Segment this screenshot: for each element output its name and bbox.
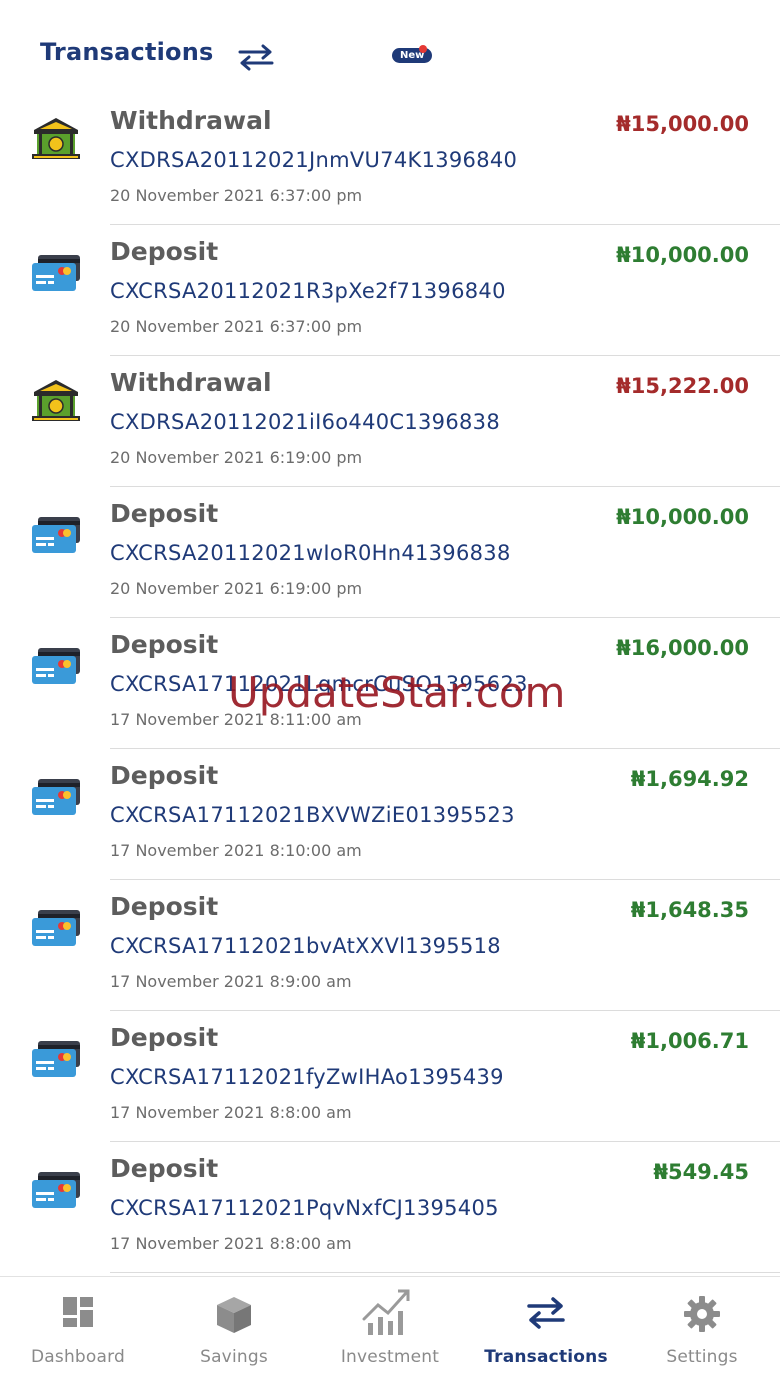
card-icon (30, 245, 82, 297)
transaction-type: Deposit (110, 892, 219, 921)
transaction-type: Deposit (110, 237, 219, 266)
transfer-arrows-icon (527, 1297, 565, 1329)
transaction-row[interactable]: Withdrawal CXDRSA20112021iI6o440C1396838… (0, 356, 780, 487)
transaction-amount: ₦15,000.00 (616, 112, 749, 136)
transaction-reference: CXDRSA20112021iI6o440C1396838 (110, 410, 500, 434)
transaction-type: Deposit (110, 1023, 219, 1052)
transaction-row[interactable]: Deposit CXCRSA17112021bvAtXXVl1395518 17… (0, 880, 780, 1011)
nav-transactions[interactable]: Transactions (468, 1277, 624, 1387)
transaction-type: Withdrawal (110, 368, 272, 397)
transaction-row[interactable]: Deposit CXCRSA20112021wIoR0Hn41396838 20… (0, 487, 780, 618)
transaction-reference: CXCRSA17112021BXVWZiE01395523 (110, 803, 515, 827)
transaction-date: 20 November 2021 6:19:00 pm (110, 579, 363, 598)
transaction-reference: CXCRSA20112021R3pXe2f71396840 (110, 279, 506, 303)
page-header: Transactions (40, 30, 276, 74)
transaction-amount: ₦549.45 (653, 1160, 749, 1184)
bank-icon (30, 114, 82, 166)
notification-dot (419, 45, 427, 53)
card-icon (30, 900, 82, 952)
transaction-type: Deposit (110, 1154, 219, 1183)
transaction-reference: CXDRSA20112021JnmVU74K1396840 (110, 148, 518, 172)
transaction-row[interactable]: Deposit CXCRSA17112021BXVWZiE01395523 17… (0, 749, 780, 880)
transaction-amount: ₦1,006.71 (630, 1029, 749, 1053)
transaction-date: 17 November 2021 8:9:00 am (110, 972, 352, 991)
transaction-type: Deposit (110, 499, 219, 528)
transaction-row[interactable]: Deposit CXCRSA17112021fyZwIHAo1395439 17… (0, 1011, 780, 1142)
savings-box-icon (217, 1297, 251, 1333)
transaction-amount: ₦1,694.92 (630, 767, 749, 791)
card-icon (30, 769, 82, 821)
nav-settings[interactable]: Settings (624, 1277, 780, 1387)
bank-icon (30, 376, 82, 428)
transaction-type: Withdrawal (110, 106, 272, 135)
card-icon (30, 1162, 82, 1214)
nav-label: Dashboard (30, 1347, 126, 1367)
transfer-arrows-icon (238, 44, 274, 71)
transaction-date: 20 November 2021 6:37:00 pm (110, 186, 363, 205)
card-icon (30, 1031, 82, 1083)
transaction-reference: CXCRSA17112021PqvNxfCJ1395405 (110, 1196, 499, 1220)
transaction-row[interactable]: Deposit CXCRSA17112021LqmcrCuSQ1395623 1… (0, 618, 780, 749)
transaction-row[interactable]: Deposit CXCRSA17112021PqvNxfCJ1395405 17… (0, 1142, 780, 1273)
investment-chart-icon (362, 1289, 410, 1335)
transaction-date: 17 November 2021 8:11:00 am (110, 710, 362, 729)
transaction-amount: ₦10,000.00 (616, 243, 749, 267)
transaction-type: Deposit (110, 630, 219, 659)
transaction-reference: CXCRSA17112021LqmcrCuSQ1395623 (110, 672, 528, 696)
bottom-nav: Dashboard Savings Investment Transaction… (0, 1276, 780, 1387)
nav-label: Investment (340, 1347, 440, 1367)
nav-investment[interactable]: Investment (312, 1277, 468, 1387)
transaction-amount: ₦10,000.00 (616, 505, 749, 529)
nav-dashboard[interactable]: Dashboard (0, 1277, 156, 1387)
nav-label: Transactions (484, 1347, 608, 1367)
card-icon (30, 507, 82, 559)
transaction-row[interactable]: Withdrawal CXDRSA20112021JnmVU74K1396840… (0, 94, 780, 225)
nav-savings[interactable]: Savings (156, 1277, 312, 1387)
transaction-amount: ₦15,222.00 (616, 374, 749, 398)
transaction-date: 20 November 2021 6:37:00 pm (110, 317, 363, 336)
transaction-date: 17 November 2021 8:10:00 am (110, 841, 362, 860)
dashboard-icon (63, 1297, 93, 1327)
card-icon (30, 638, 82, 690)
transaction-date: 17 November 2021 8:8:00 am (110, 1234, 352, 1253)
transaction-date: 17 November 2021 8:8:00 am (110, 1103, 352, 1122)
page-title: Transactions (40, 38, 214, 66)
transaction-reference: CXCRSA17112021fyZwIHAo1395439 (110, 1065, 504, 1089)
transaction-type: Deposit (110, 761, 219, 790)
transaction-date: 20 November 2021 6:19:00 pm (110, 448, 363, 467)
transaction-reference: CXCRSA17112021bvAtXXVl1395518 (110, 934, 501, 958)
row-divider (110, 1272, 780, 1273)
transaction-amount: ₦16,000.00 (616, 636, 749, 660)
transaction-amount: ₦1,648.35 (630, 898, 749, 922)
nav-label: Savings (200, 1347, 268, 1367)
gear-icon (684, 1296, 720, 1332)
transaction-reference: CXCRSA20112021wIoR0Hn41396838 (110, 541, 511, 565)
transaction-row[interactable]: Deposit CXCRSA20112021R3pXe2f71396840 20… (0, 225, 780, 356)
nav-label: Settings (666, 1347, 738, 1367)
transaction-list: Withdrawal CXDRSA20112021JnmVU74K1396840… (0, 94, 780, 1273)
